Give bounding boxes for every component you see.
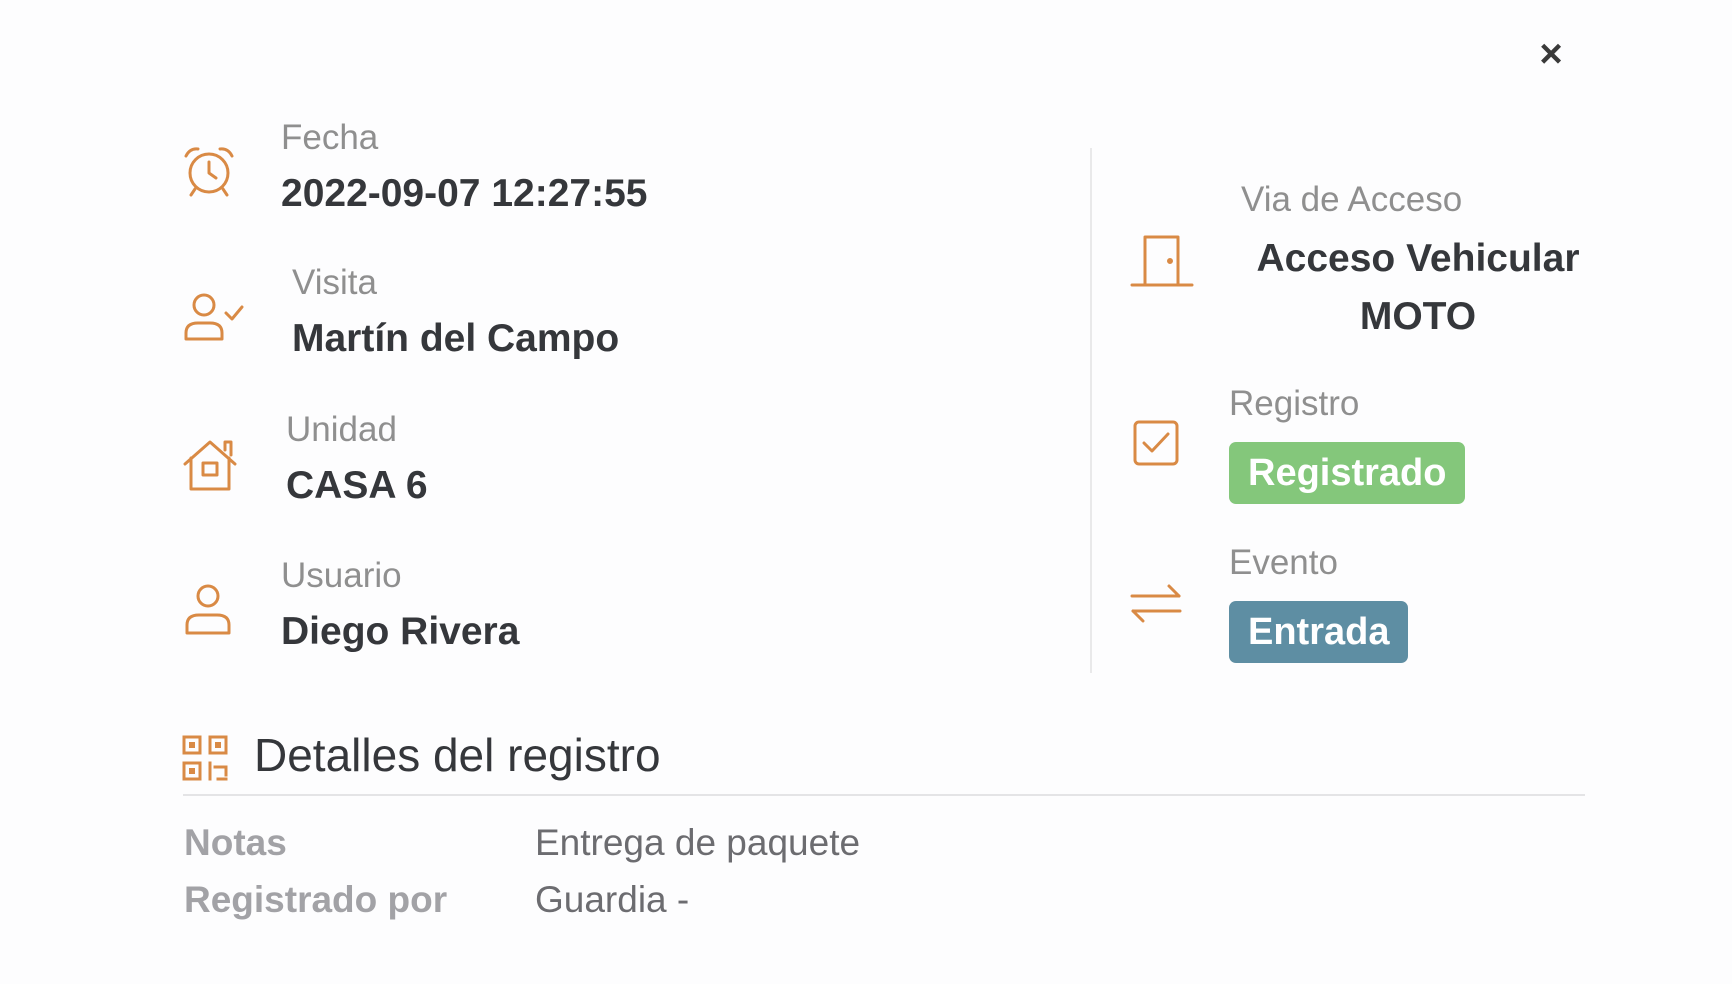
fecha-label: Fecha	[281, 118, 379, 157]
notas-value: Entrega de paquete	[535, 822, 861, 863]
via-acceso-label: Via de Acceso	[1241, 180, 1463, 219]
evento-label: Evento	[1229, 543, 1338, 582]
unidad-value: CASA 6	[286, 464, 428, 507]
unidad-label: Unidad	[286, 410, 397, 449]
alarm-clock-icon	[180, 142, 238, 200]
close-icon[interactable]: ×	[1539, 34, 1562, 74]
notas-key: Notas	[184, 822, 287, 863]
visita-value: Martín del Campo	[292, 317, 620, 360]
via-acceso-value-line1: Acceso Vehicular	[1256, 237, 1580, 280]
details-divider	[183, 794, 1585, 796]
checkbox-icon	[1131, 418, 1181, 468]
user-check-icon	[180, 288, 246, 346]
registrado-por-value: Guardia -	[535, 879, 690, 920]
close-button[interactable]: ×	[1533, 34, 1569, 74]
registro-status-badge: Registrado	[1229, 442, 1466, 504]
via-acceso-value-line2: MOTO	[1359, 295, 1477, 338]
door-icon	[1130, 233, 1194, 289]
evento-status-badge: Entrada	[1229, 601, 1409, 663]
registro-detail-modal: × Fecha 2022-09-07 12:27:55 Visita Martí…	[0, 0, 1732, 984]
via-acceso-value: Acceso Vehicular MOTO	[1218, 230, 1618, 346]
registro-label: Registro	[1229, 384, 1360, 423]
usuario-label: Usuario	[281, 556, 402, 595]
registrado-por-key: Registrado por	[184, 879, 448, 920]
usuario-value: Diego Rivera	[281, 610, 520, 653]
arrows-exchange-icon	[1129, 581, 1183, 625]
user-icon	[180, 580, 238, 638]
house-icon	[181, 436, 239, 494]
fecha-value: 2022-09-07 12:27:55	[281, 172, 648, 215]
qr-code-icon	[182, 735, 228, 781]
visita-label: Visita	[292, 263, 377, 302]
details-section-title: Detalles del registro	[254, 729, 661, 781]
column-divider	[1090, 148, 1092, 673]
